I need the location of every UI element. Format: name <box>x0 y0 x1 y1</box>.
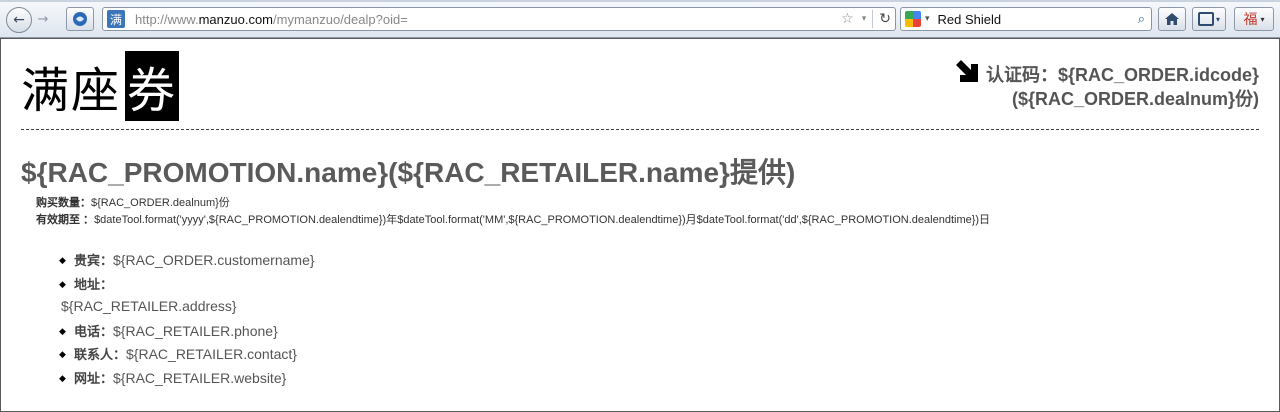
validity-value: $dateTool.format('yyyy',${RAC_PROMOTION.… <box>94 214 991 226</box>
page-title: ${RAC_PROMOTION.name}(${RAC_RETAILER.nam… <box>21 157 796 188</box>
page-menu-button[interactable] <box>66 7 94 31</box>
verification-code: 认证码：${RAC_ORDER.idcode} <box>985 65 1259 85</box>
list-item-contact: 联系人：${RAC_RETAILER.contact} <box>59 343 315 367</box>
verification-code-block: 认证码：${RAC_ORDER.idcode} (${RAC_ORDER.dea… <box>954 60 1259 111</box>
bookmarks-icon <box>1197 12 1214 26</box>
deal-count: (${RAC_ORDER.dealnum}份) <box>1011 89 1259 109</box>
forward-button[interactable]: → <box>32 10 54 28</box>
ie-globe-icon <box>73 12 87 26</box>
search-box[interactable]: ▾ Red Shield ⌕ <box>900 7 1152 31</box>
bookmarks-dropdown-icon: ▾ <box>1215 14 1220 24</box>
home-button[interactable] <box>1158 7 1186 31</box>
guest-value: ${RAC_ORDER.customername} <box>113 252 315 268</box>
fu-addon-icon: 福 <box>1243 12 1258 28</box>
brand-prefix: 满座 <box>21 63 122 119</box>
address-bar[interactable]: 满 http://www.manzuo.com/mymanzuo/dealp?o… <box>102 7 896 31</box>
validity-label: 有效期至 ： <box>36 214 95 226</box>
browser-toolbar: ← → 满 http://www.manzuo.com/mymanzuo/dea… <box>0 0 1280 38</box>
forward-arrow-icon: → <box>37 11 49 27</box>
contact-list: 贵宾：${RAC_ORDER.customername} 地址： 电话：${RA… <box>59 249 315 390</box>
url-text[interactable]: http://www.manzuo.com/mymanzuo/dealp?oid… <box>135 12 837 27</box>
brand-highlight: 券 <box>125 51 180 121</box>
arrow-down-right-icon <box>955 60 978 82</box>
brand-logo: 满座券 <box>21 51 180 121</box>
quantity-value: ${RAC_ORDER.dealnum}份 <box>91 197 230 209</box>
list-item-website: 网址：${RAC_RETAILER.website} <box>59 367 315 391</box>
search-icon[interactable]: ⌕ <box>1138 12 1145 27</box>
search-engine-icon[interactable] <box>905 11 921 27</box>
list-item-address: 地址： <box>59 273 315 297</box>
search-engine-dropdown-icon[interactable]: ▾ <box>925 14 930 24</box>
bookmarks-menu-button[interactable]: ▾ <box>1192 7 1226 31</box>
home-icon <box>1165 13 1179 25</box>
quantity-label: 购买数量： <box>36 197 91 209</box>
search-engine-name: Red Shield <box>937 11 1002 27</box>
dashed-divider <box>21 129 1259 130</box>
page-content: 满座券 认证码：${RAC_ORDER.idcode} (${RAC_ORDER… <box>0 38 1280 412</box>
validity-row: 有效期至 ：$dateTool.format('yyyy',${RAC_PROM… <box>36 212 990 229</box>
bookmark-star-icon[interactable]: ☆ <box>841 11 854 27</box>
addon-button[interactable]: 福 ▾ <box>1234 7 1274 31</box>
addon-dropdown-icon: ▾ <box>1260 14 1265 24</box>
quantity-row: 购买数量：${RAC_ORDER.dealnum}份 <box>36 195 990 212</box>
site-favicon: 满 <box>107 10 125 28</box>
reload-icon[interactable]: ↻ <box>879 11 891 27</box>
tab-strip-edge <box>0 0 1280 2</box>
address-value: ${RAC_RETAILER.address} <box>61 298 237 314</box>
back-button[interactable]: ← <box>6 7 32 33</box>
back-arrow-icon: ← <box>13 12 25 28</box>
list-item-guest: 贵宾：${RAC_ORDER.customername} <box>59 249 315 273</box>
url-separator <box>872 10 874 28</box>
phone-value: ${RAC_RETAILER.phone} <box>113 322 278 339</box>
url-dropdown-icon[interactable]: ▾ <box>862 14 867 24</box>
order-info: 购买数量：${RAC_ORDER.dealnum}份 有效期至 ：$dateTo… <box>36 195 990 229</box>
contact-value: ${RAC_RETAILER.contact} <box>126 346 297 362</box>
website-value: ${RAC_RETAILER.website} <box>113 369 287 386</box>
list-item-phone: 电话：${RAC_RETAILER.phone} <box>59 320 315 344</box>
